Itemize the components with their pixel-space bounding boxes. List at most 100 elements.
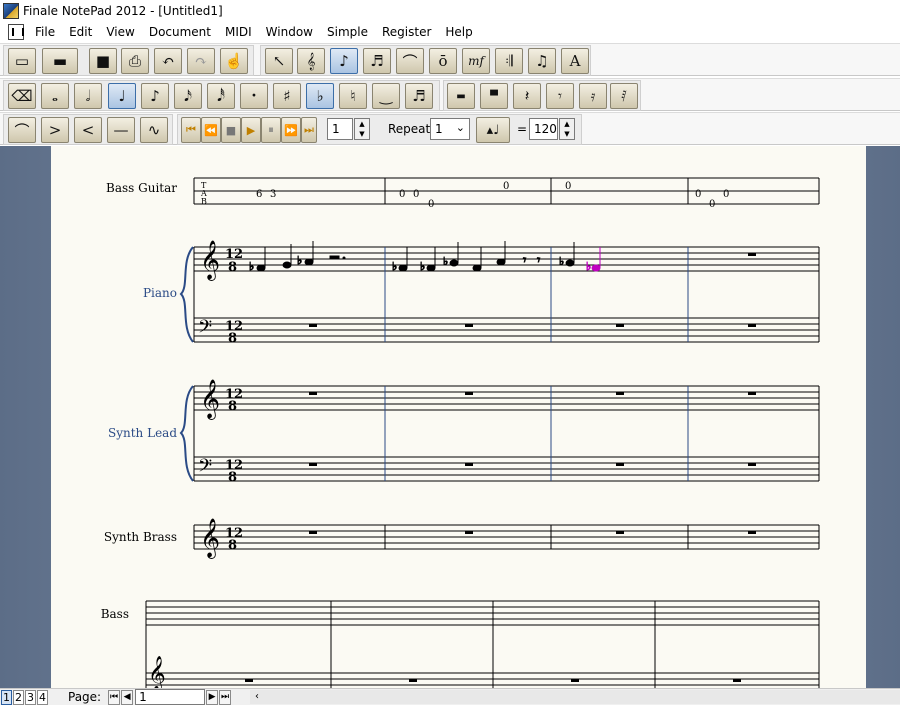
last-page-icon[interactable]: ⏭ [219,689,232,705]
menu-document[interactable]: Document [142,25,218,39]
forward-to-end-icon[interactable]: ⏭ [301,117,317,143]
selected-note[interactable]: ♭ [586,247,601,274]
tie-icon[interactable]: ‿ [372,83,400,109]
tempo-note-icon[interactable]: ▴♩ [476,117,510,143]
dot-icon[interactable]: · [240,83,268,109]
bend-icon[interactable]: ∿ [140,117,168,143]
slur-icon[interactable]: ⌒ [8,117,36,143]
quarter-rest-icon[interactable]: 𝄽 [513,83,541,109]
repeat-tool-icon[interactable]: 𝄇 [495,48,523,74]
page-tab-1[interactable]: 1 [1,689,12,705]
undo-icon[interactable]: ↶ [154,48,182,74]
thirty-second-rest-icon[interactable]: 𝅀 [610,83,638,109]
svg-text:0: 0 [565,181,571,192]
menu-file[interactable]: File [28,25,62,39]
hand-icon[interactable]: ☝ [220,48,248,74]
line-icon[interactable]: — [107,117,135,143]
bass-clef: 𝄢 [198,456,212,481]
play-icon[interactable]: ▶ [241,117,261,143]
natural-icon[interactable]: ♮ [339,83,367,109]
treble-clef: 𝄞 [148,656,166,688]
menu-register[interactable]: Register [375,25,438,39]
page-number-field[interactable]: 1 [135,689,206,705]
tuplet-icon[interactable]: ♬ [405,83,433,109]
time-signature: 128 128 128 128 128 [225,247,243,553]
scroll-left-icon[interactable]: ‹ [250,690,264,704]
half-rest-icon[interactable]: ▀ [480,83,508,109]
rewind-to-start-icon[interactable]: ⏮ [181,117,201,143]
menu-edit[interactable]: Edit [62,25,99,39]
page-tab-2[interactable]: 2 [13,689,24,705]
score-page[interactable]: T A B 𝄞 𝄢 𝄞 𝄢 𝄞 𝄞 12 8 12 8 12 8 12 8 12 8 6 … [51,146,866,688]
document-icon[interactable] [8,24,24,40]
svg-text:3: 3 [270,189,276,200]
menu-help[interactable]: Help [438,25,479,39]
smart-shape-tool-icon[interactable]: ⌒ [396,48,424,74]
sixteenth-rest-icon[interactable]: 𝄿 [579,83,607,109]
thirty-second-note-icon[interactable]: 𝅘𝅥𝅰 [207,83,235,109]
articulation-tool-icon[interactable]: ō [429,48,457,74]
print-icon[interactable]: ⎙ [121,48,149,74]
menu-view[interactable]: View [99,25,141,39]
page-tab-4[interactable]: 4 [37,689,48,705]
repeat-select[interactable]: 1 ⌄ [430,118,470,140]
rewind-icon[interactable]: ⏪ [201,117,221,143]
selection-tool-icon[interactable]: ↖ [265,48,293,74]
tab-numbers: 6 3 0 0 0 0 0 0 0 0 [256,181,729,210]
whole-rest-icon[interactable]: ▬ [447,83,475,109]
svg-text:6: 6 [256,189,262,200]
horizontal-scrollbar[interactable]: ‹ [250,690,900,704]
staff-label-synth-brass[interactable]: Synth Brass [104,530,177,544]
sharp-icon[interactable]: ♯ [273,83,301,109]
stop-icon[interactable]: ■ [221,117,241,143]
eighth-rest-icon[interactable]: 𝄾 [546,83,574,109]
tempo-field[interactable]: 120 [529,118,558,140]
simple-entry-palette: ⌫ 𝅝 𝅗𝅥 ♩ ♪ 𝅘𝅥𝅯 𝅘𝅥𝅰 · ♯ ♭ ♮ ‿ ♬ ▬ ▀ 𝄽 𝄾 𝄿… [0,78,900,111]
tempo-equals-label: = [517,122,528,136]
quarter-note-icon[interactable]: ♩ [108,83,136,109]
staff-label-bass[interactable]: Bass [101,607,129,621]
save-icon[interactable]: ■ [89,48,117,74]
staff-label-bass-guitar[interactable]: Bass Guitar [106,181,177,195]
svg-text:♭: ♭ [443,255,448,268]
half-note-icon[interactable]: 𝅗𝅥 [74,83,102,109]
open-icon[interactable]: ▬ [42,48,78,74]
svg-text:8: 8 [228,331,237,346]
lyrics-tool-icon[interactable]: ♫ [528,48,556,74]
measure-number-field[interactable]: 1 [327,118,353,140]
first-page-icon[interactable]: ⏮ [108,689,121,705]
tempo-spinner[interactable]: ▲ ▼ [559,118,575,140]
title-bar: Finale NotePad 2012 - [Untitled1] [0,0,900,22]
staff-label-synth-lead[interactable]: Synth Lead [108,426,177,440]
score-workspace[interactable]: T A B 𝄞 𝄢 𝄞 𝄢 𝄞 𝄞 12 8 12 8 12 8 12 8 12 8 6 … [0,146,900,688]
previous-page-icon[interactable]: ◀ [121,689,134,705]
flat-icon[interactable]: ♭ [306,83,334,109]
crescendo-icon[interactable]: < [74,117,102,143]
next-page-icon[interactable]: ▶ [206,689,219,705]
score-canvas[interactable]: T A B 𝄞 𝄢 𝄞 𝄢 𝄞 𝄞 128 128 128 128 128 6 … [51,146,866,688]
staff-label-piano[interactable]: Piano [143,286,177,300]
decrescendo-icon[interactable]: > [41,117,69,143]
menu-simple[interactable]: Simple [320,25,375,39]
whole-note-icon[interactable]: 𝅝 [41,83,69,109]
pause-icon[interactable]: ⏸ [261,117,281,143]
new-icon[interactable]: ▭ [8,48,36,74]
window-title: Finale NotePad 2012 - [Untitled1] [23,4,223,18]
page-tab-3[interactable]: 3 [25,689,36,705]
expression-tool-icon[interactable]: mf [462,48,490,74]
eighth-note-icon[interactable]: ♪ [141,83,169,109]
svg-text:♭: ♭ [249,260,254,273]
staff-tool-icon[interactable]: 𝄞 [297,48,325,74]
simple-entry-tool-icon[interactable]: ♪ [330,48,358,74]
sixteenth-note-icon[interactable]: 𝅘𝅥𝅯 [174,83,202,109]
tuplet-tool-icon[interactable]: ♬ [363,48,391,74]
main-toolbar: ▭ ▬ ■ ⎙ ↶ ↷ ☝ ↖ 𝄞 ♪ ♬ ⌒ ō mf 𝄇 ♫ A [0,43,900,76]
eraser-icon[interactable]: ⌫ [8,83,36,109]
piano-melody: ♭ ♭ ♭ ♭ ♭ 𝄾 𝄾 ♭ [249,241,575,274]
text-tool-icon[interactable]: A [561,48,589,74]
measure-spinner[interactable]: ▲ ▼ [354,118,370,140]
redo-icon[interactable]: ↷ [187,48,215,74]
menu-midi[interactable]: MIDI [218,25,259,39]
fast-forward-icon[interactable]: ⏩ [281,117,301,143]
menu-window[interactable]: Window [259,25,320,39]
